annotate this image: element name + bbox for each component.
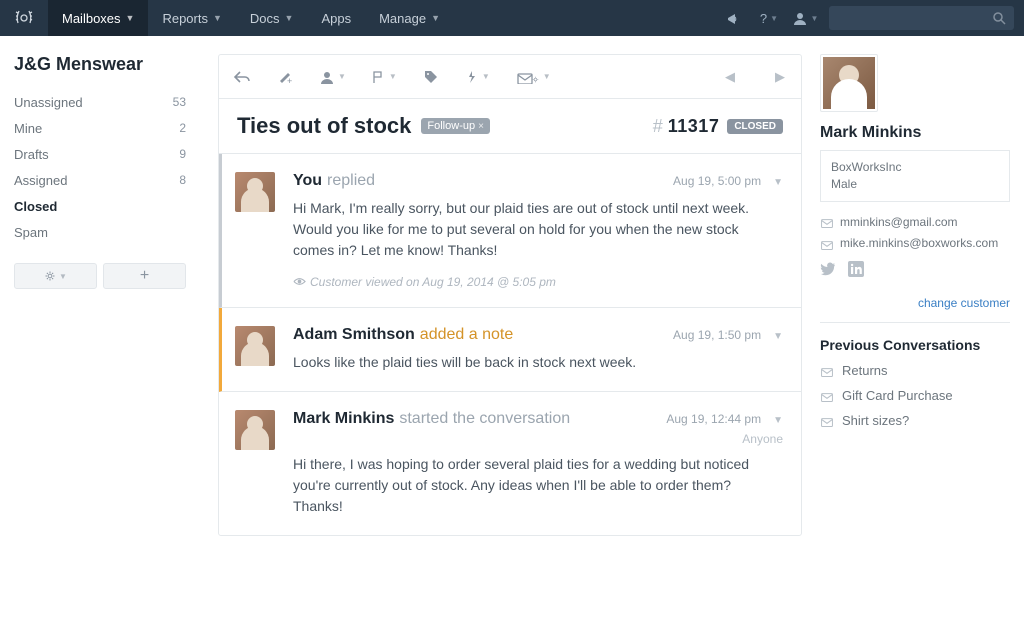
logo[interactable] — [0, 0, 48, 36]
message-author: You — [293, 172, 322, 190]
message-author: Mark Minkins — [293, 410, 394, 428]
tag-chip[interactable]: Follow-up× — [421, 118, 490, 134]
folder-assigned[interactable]: Assigned8 — [14, 167, 186, 193]
folder-closed[interactable]: Closed — [14, 193, 186, 219]
message-text: Hi there, I was hoping to order several … — [293, 454, 783, 517]
customer-info-box[interactable]: BoxWorksInc Male — [820, 150, 1010, 202]
nav-reports[interactable]: Reports▼ — [148, 0, 235, 36]
linkedin-icon[interactable] — [848, 261, 870, 285]
announcements-icon[interactable] — [715, 0, 751, 36]
top-nav: Mailboxes▼ Reports▼ Docs▼ Apps Manage▼ ?… — [0, 0, 1024, 36]
caret-down-icon: ▼ — [126, 13, 135, 23]
message-menu[interactable]: ▼ — [773, 331, 783, 342]
nav-manage[interactable]: Manage▼ — [365, 0, 454, 36]
conversation-toolbar: + ▼ ▼ ▼ ▼ ◀ ▶ — [219, 55, 801, 99]
status-badge: CLOSED — [727, 119, 783, 134]
nav-mailboxes[interactable]: Mailboxes▼ — [48, 0, 148, 36]
add-folder-button[interactable]: + — [103, 263, 186, 289]
customer-email-2[interactable]: mike.minkins@boxworks.com — [820, 233, 1010, 255]
message: Adam Smithson added a note Aug 19, 1:50 p… — [219, 308, 801, 392]
remove-tag-icon[interactable]: × — [478, 121, 484, 132]
next-conversation-button[interactable]: ▶ — [773, 69, 787, 85]
thread: You replied Aug 19, 5:00 pm ▼ Hi Mark, I'm … — [219, 154, 801, 535]
message-menu[interactable]: ▼ — [773, 415, 783, 426]
message: You replied Aug 19, 5:00 pm ▼ Hi Mark, I'm … — [219, 154, 801, 308]
message-action: replied — [327, 172, 375, 190]
message-subline: Anyone — [293, 432, 783, 446]
nav-docs[interactable]: Docs▼ — [236, 0, 308, 36]
message-menu[interactable]: ▼ — [773, 177, 783, 188]
previous-conversation-item[interactable]: Shirt sizes? — [820, 413, 1010, 428]
user-menu[interactable]: ▼ — [787, 0, 823, 36]
viewed-indicator: Customer viewed on Aug 19, 2014 @ 5:05 p… — [293, 275, 783, 289]
message: Mark Minkins started the conversation Aug… — [219, 392, 801, 535]
change-customer-link[interactable]: change customer — [820, 296, 1010, 310]
avatar[interactable] — [235, 172, 275, 212]
previous-conversations-title: Previous Conversations — [820, 337, 1010, 353]
conversation-title: Ties out of stock — [237, 113, 411, 139]
folder-drafts[interactable]: Drafts9 — [14, 141, 186, 167]
folder-unassigned[interactable]: Unassigned53 — [14, 89, 186, 115]
message-text: Looks like the plaid ties will be back i… — [293, 352, 783, 373]
twitter-icon[interactable] — [820, 261, 842, 285]
sidebar: J&G Menswear Unassigned53Mine2Drafts9Ass… — [0, 36, 200, 628]
customer-photo[interactable] — [820, 54, 878, 112]
message-time: Aug 19, 1:50 pm — [673, 328, 761, 342]
status-button[interactable]: ▼ — [372, 70, 397, 84]
avatar[interactable] — [235, 326, 275, 366]
message-action: started the conversation — [399, 410, 570, 428]
assign-button[interactable]: ▼ — [319, 69, 346, 85]
workflow-button[interactable]: ▼ — [465, 70, 490, 84]
customer-panel: Mark Minkins BoxWorksInc Male mminkins@g… — [802, 36, 1024, 628]
note-button[interactable]: + — [277, 69, 293, 85]
folder-mine[interactable]: Mine2 — [14, 115, 186, 141]
tag-button[interactable] — [423, 69, 439, 85]
reply-button[interactable] — [233, 68, 251, 86]
caret-down-icon: ▼ — [213, 13, 222, 23]
nav-apps[interactable]: Apps — [307, 0, 365, 36]
customer-email-1[interactable]: mminkins@gmail.com — [820, 212, 1010, 234]
message-text: Hi Mark, I'm really sorry, but our plaid… — [293, 198, 783, 261]
caret-down-icon: ▼ — [285, 13, 294, 23]
folder-settings-button[interactable]: ▼ — [14, 263, 97, 289]
search-input[interactable] — [829, 6, 1014, 30]
folder-spam[interactable]: Spam — [14, 219, 186, 245]
customer-name: Mark Minkins — [820, 124, 1010, 142]
message-action: added a note — [420, 326, 513, 344]
conversation-header: Ties out of stock Follow-up× # 11317 CLO… — [219, 99, 801, 154]
svg-text:+: + — [287, 76, 292, 85]
avatar[interactable] — [235, 410, 275, 450]
prev-conversation-button[interactable]: ◀ — [723, 69, 737, 85]
previous-conversation-item[interactable]: Returns — [820, 363, 1010, 378]
conversation-panel: + ▼ ▼ ▼ ▼ ◀ ▶ Ties out of stock Follow-u… — [200, 36, 802, 628]
previous-conversation-item[interactable]: Gift Card Purchase — [820, 388, 1010, 403]
message-time: Aug 19, 12:44 pm — [666, 412, 761, 426]
message-author: Adam Smithson — [293, 326, 415, 344]
caret-down-icon: ▼ — [431, 13, 440, 23]
message-time: Aug 19, 5:00 pm — [673, 174, 761, 188]
help-menu[interactable]: ?▼ — [751, 0, 787, 36]
conversation-number: # 11317 — [653, 116, 720, 137]
mailbox-title: J&G Menswear — [14, 54, 186, 75]
options-button[interactable]: ▼ — [516, 70, 551, 84]
